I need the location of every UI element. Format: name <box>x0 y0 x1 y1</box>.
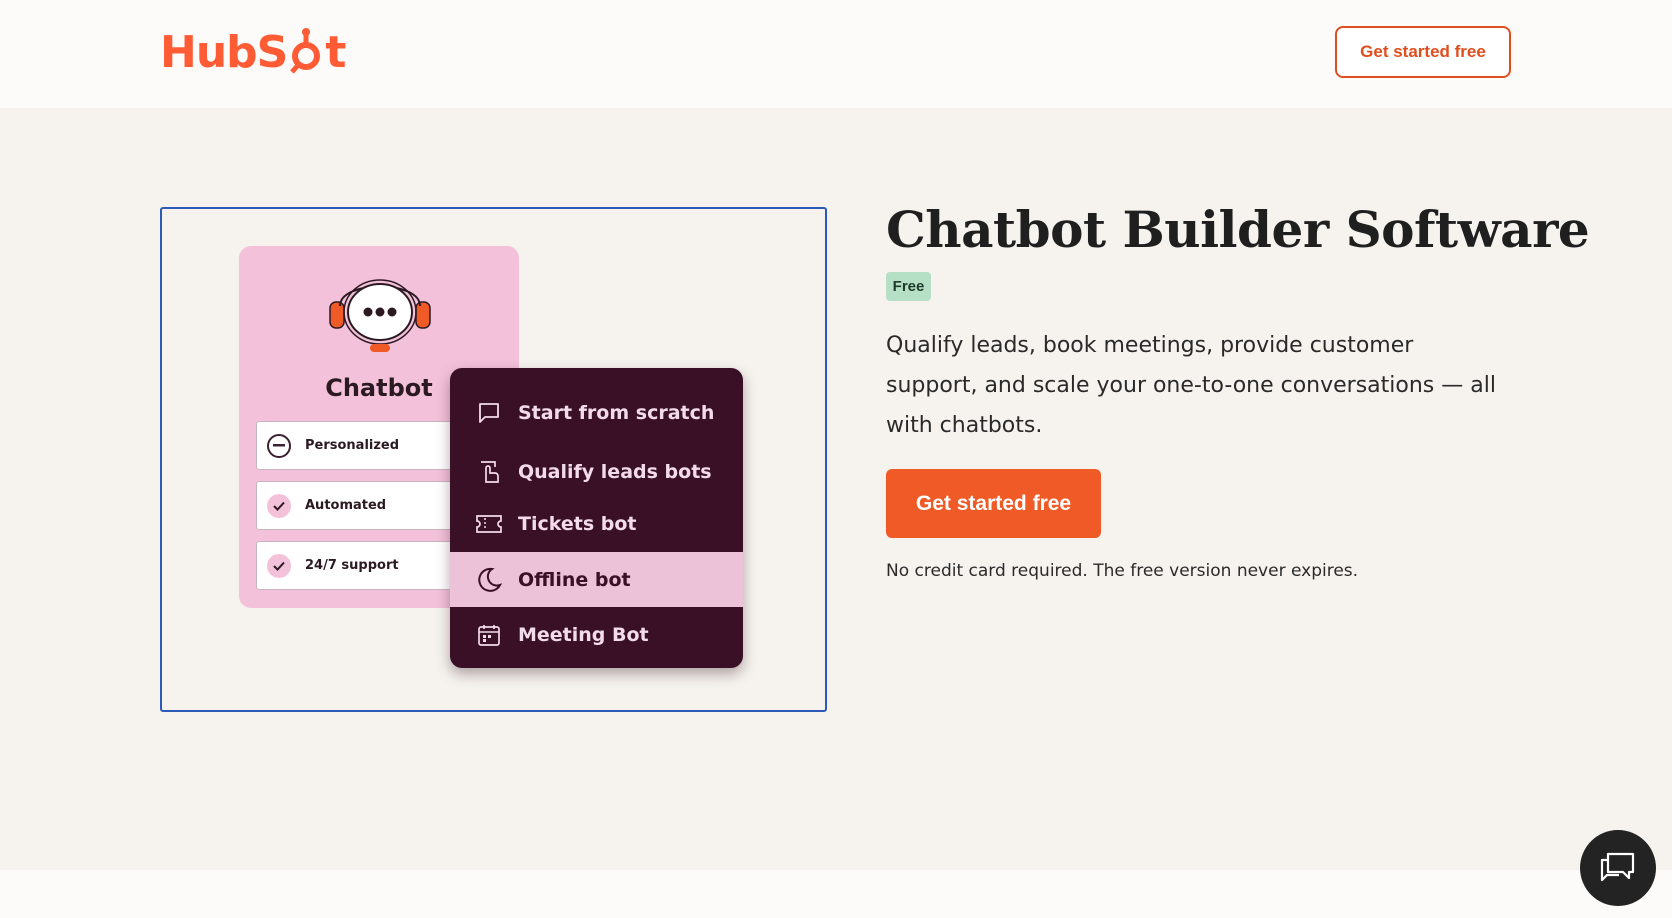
free-badge: Free <box>886 272 931 301</box>
check-icon <box>267 493 291 518</box>
menu-item-start-from-scratch: Start from scratch <box>450 368 743 448</box>
logo-text-left: HubS <box>160 26 288 78</box>
feature-automated: Automated <box>256 481 456 530</box>
check-icon <box>267 553 291 578</box>
hero-description: Qualify leads, book meetings, provide cu… <box>886 333 1496 438</box>
calendar-icon <box>476 622 502 648</box>
page-title: Chatbot Builder Software <box>886 200 1590 259</box>
feature-24-7-support: 24/7 support <box>256 541 456 590</box>
feature-personalized: Personalized <box>256 421 456 470</box>
headset-chat-icon <box>329 279 431 352</box>
bot-template-menu: Start from scratch Qualify leads bots Ti… <box>450 368 743 668</box>
menu-item-offline-bot: Offline bot <box>450 552 743 607</box>
ticket-icon <box>476 511 502 537</box>
hero-get-started-button[interactable]: Get started free <box>886 469 1101 538</box>
speech-bubble-icon <box>476 400 502 426</box>
no-credit-card-note: No credit card required. The free versio… <box>886 561 1359 581</box>
minus-circle-icon <box>267 433 291 458</box>
moon-icon <box>476 567 502 593</box>
logo-text-right: t <box>325 26 346 78</box>
hubspot-logo[interactable]: HubS t <box>160 26 346 78</box>
menu-item-qualify-leads-bots: Qualify leads bots <box>450 448 743 496</box>
next-section-strip <box>0 870 1672 918</box>
menu-item-tickets-bot: Tickets bot <box>450 496 743 552</box>
sprocket-logo-icon <box>290 28 321 74</box>
chat-bubbles-icon <box>1600 852 1635 882</box>
hand-pointer-icon <box>476 459 502 485</box>
chat-launcher-button[interactable] <box>1580 830 1656 906</box>
header-get-started-button[interactable]: Get started free <box>1335 26 1511 78</box>
menu-item-meeting-bot: Meeting Bot <box>450 607 743 663</box>
